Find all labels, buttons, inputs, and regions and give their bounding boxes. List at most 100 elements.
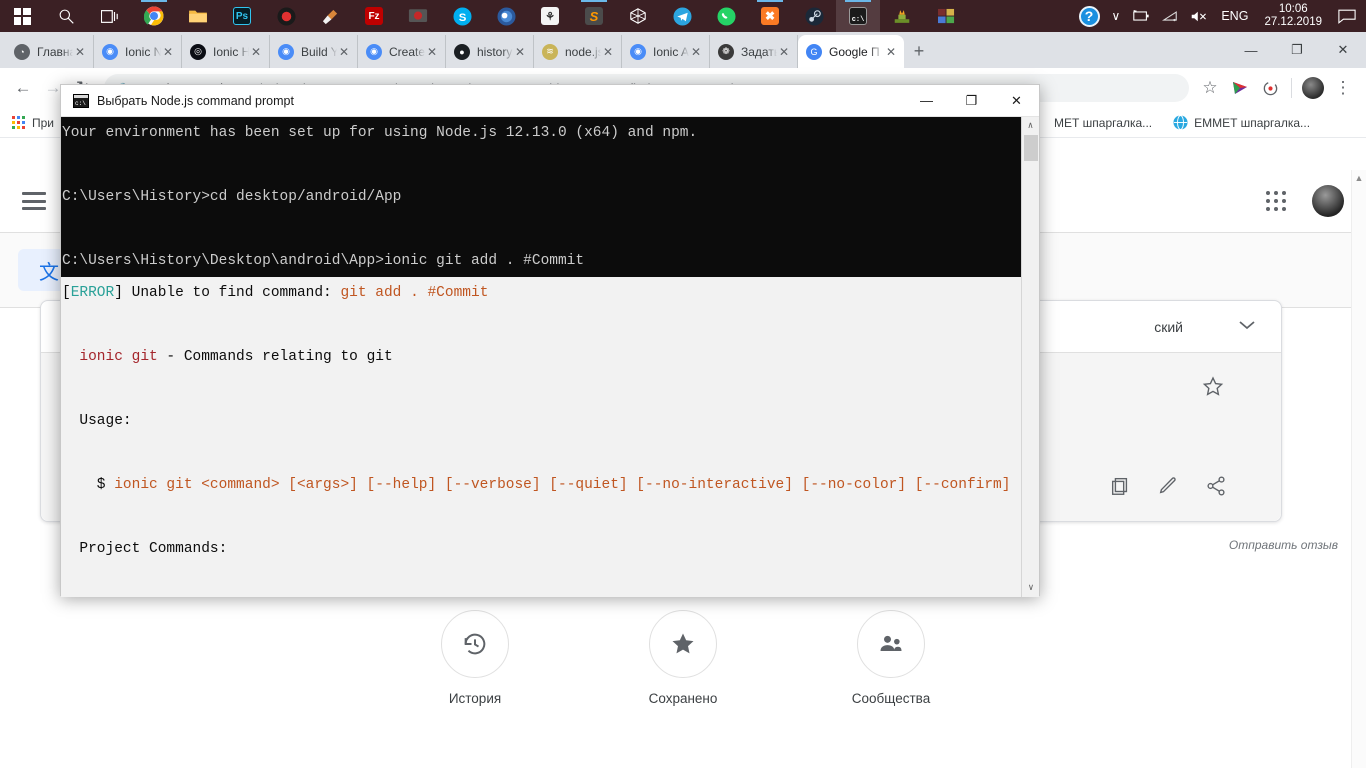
tray-expand-icon[interactable]: ∨ [1106,0,1127,32]
tab-close-icon[interactable]: ✕ [777,45,791,59]
taskbar-google-chrome[interactable] [132,0,176,32]
tray-notifications-icon[interactable] [1332,0,1362,32]
tab-close-icon[interactable]: ✕ [337,45,351,59]
tab-close-icon[interactable]: ✕ [249,45,263,59]
cmd-line: Your environment has been set up for usi… [61,117,1021,149]
cmd-segment: ] Unable to find command: [114,285,341,301]
clock-time: 10:06 [1278,3,1308,15]
tab-close-icon[interactable]: ✕ [425,45,439,59]
taskbar-unity[interactable] [616,0,660,32]
tab-title: Create an [389,44,425,59]
cmd-title-bar[interactable]: c:\ Выбрать Node.js command prompt — ❐ ✕ [61,85,1039,117]
taskbar-winrar[interactable] [924,0,968,32]
chrome-menu-icon[interactable]: ⋮ [1328,73,1358,103]
taskbar-game-app[interactable] [880,0,924,32]
tab-close-icon[interactable]: ✕ [601,45,615,59]
edit-pencil-icon[interactable] [1157,475,1179,503]
browser-tab[interactable]: ◉ Ionic Nati✕ [94,35,182,68]
refresh-extension-icon[interactable] [1255,73,1285,103]
shortcut-saved[interactable]: Сохранено [613,610,753,706]
taskbar-file-explorer[interactable] [176,0,220,32]
google-apps-grid-icon[interactable] [1266,191,1286,211]
browser-tab[interactable]: ◉ Create an✕ [358,35,446,68]
taskbar-telegram[interactable] [660,0,704,32]
shortcut-communities[interactable]: Сообщества [821,610,961,706]
taskbar-skype[interactable]: S [440,0,484,32]
chrome-icon [144,6,164,26]
browser-tab[interactable]: ≋ node.js -✕ [534,35,622,68]
photoshop-icon: Ps [233,7,251,25]
tab-close-icon[interactable]: ✕ [161,45,175,59]
maximize-button[interactable]: ❐ [1274,32,1320,68]
taskbar-github-desktop[interactable]: ⚘ [528,0,572,32]
tray-volume-icon[interactable] [1184,0,1215,32]
minimize-button[interactable]: — [1228,32,1274,68]
tray-help-icon[interactable]: ? [1073,0,1106,32]
cmd-scroll-up-arrow[interactable]: ∧ [1022,117,1039,135]
chevron-down-icon[interactable] [1237,319,1257,334]
cmd-line [61,501,1021,533]
bookmark-emmet-2[interactable]: EMMET шпаргалка... [1172,115,1310,131]
cmd-line [61,565,1021,597]
tray-language[interactable]: ENG [1215,0,1254,32]
winrar-icon [937,8,954,23]
cmd-scrollbar[interactable]: ∧ ∨ [1021,117,1039,597]
back-button[interactable]: ← [8,73,38,103]
bookmark-star-icon[interactable]: ☆ [1195,73,1225,103]
taskbar-filezilla[interactable]: Fz [352,0,396,32]
share-icon[interactable] [1205,475,1227,503]
new-tab-button[interactable]: + [904,35,934,68]
cmd-minimize-button[interactable]: — [904,85,949,117]
task-view-icon[interactable] [88,0,132,32]
cmd-line: C:\Users\History\Desktop\android\App>ion… [61,245,1021,277]
page-scrollbar[interactable]: ▲ ▼ [1351,170,1366,768]
scroll-up-arrow[interactable]: ▲ [1352,170,1366,186]
taskbar-whatsapp[interactable] [704,0,748,32]
taskbar-search-icon[interactable] [44,0,88,32]
send-feedback-link[interactable]: Отправить отзыв [1229,538,1338,552]
browser-tab[interactable]: G Google П ✕ [798,35,904,68]
tab-close-icon[interactable]: ✕ [884,45,898,59]
tab-close-icon[interactable]: ✕ [73,45,87,59]
start-button[interactable] [0,0,44,32]
browser-tab[interactable]: ❁ Задать во✕ [710,35,798,68]
cmd-close-button[interactable]: ✕ [994,85,1039,117]
browser-tab[interactable]: ◔ Главная✕ [6,35,94,68]
tab-close-icon[interactable]: ✕ [689,45,703,59]
browser-window-controls: — ❐ ✕ [1228,32,1366,68]
filezilla-icon: Fz [365,7,383,25]
tab-close-icon[interactable]: ✕ [513,45,527,59]
taskbar-firefox[interactable] [484,0,528,32]
taskbar-screen-recorder[interactable] [264,0,308,32]
tray-wifi-icon[interactable] [1156,0,1184,32]
copy-icon[interactable] [1109,475,1131,503]
browser-tab[interactable]: ◎ Ionic Hub✕ [182,35,270,68]
taskbar-node-js-command-prompt[interactable]: c:\ [836,0,880,32]
save-translation-star-icon[interactable] [1201,375,1225,405]
main-menu-icon[interactable] [22,192,46,210]
taskbar-xampp[interactable]: ✖ [748,0,792,32]
browser-tab[interactable]: ◉ Build You✕ [270,35,358,68]
taskbar-steam[interactable] [792,0,836,32]
browser-tab[interactable]: ● historyde✕ [446,35,534,68]
taskbar-ccleaner[interactable] [308,0,352,32]
bookmark-apps[interactable]: При [10,115,54,131]
taskbar-teamviewer[interactable] [396,0,440,32]
color-picker-extension-icon[interactable] [1225,73,1255,103]
blue-globe-icon [1172,115,1188,131]
ionic-icon: ◉ [366,43,382,60]
account-avatar[interactable] [1312,185,1344,217]
close-button[interactable]: ✕ [1320,32,1366,68]
taskbar-adobe-photoshop[interactable]: Ps [220,0,264,32]
browser-tab[interactable]: ◉ Ionic App✕ [622,35,710,68]
cmd-scroll-down-arrow[interactable]: ∨ [1022,579,1039,597]
tray-clock[interactable]: 10:06 27.12.2019 [1254,0,1332,32]
bookmark-emmet-1[interactable]: МЕТ шпаргалка... [1054,116,1152,130]
taskbar-sublime-text[interactable]: S [572,0,616,32]
cmd-console-body[interactable]: Your environment has been set up for usi… [61,117,1039,597]
shortcut-history[interactable]: История [405,610,545,706]
cmd-scroll-thumb[interactable] [1024,135,1038,161]
profile-avatar[interactable] [1298,73,1328,103]
tray-battery-icon[interactable] [1126,0,1156,32]
cmd-maximize-button[interactable]: ❐ [949,85,994,117]
